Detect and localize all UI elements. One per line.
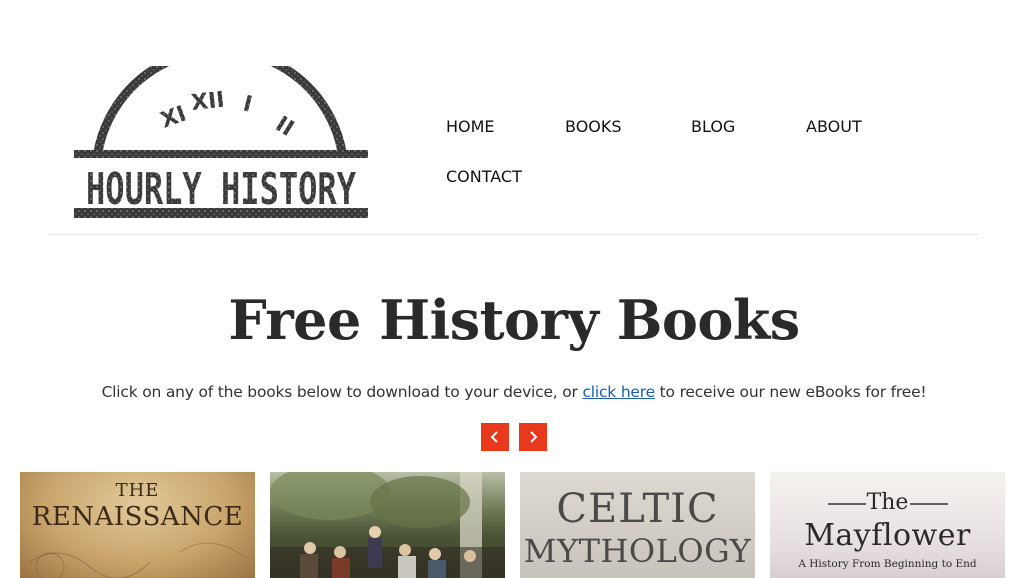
svg-text:XII: XII xyxy=(190,88,226,116)
crowd-painting-art xyxy=(270,472,505,578)
nav-blog[interactable]: BLOG xyxy=(691,117,735,136)
book-title-line2: MYTHOLOGY xyxy=(523,532,752,570)
book-cover-renaissance[interactable]: THE RENAISSANCE xyxy=(20,472,255,578)
header-divider xyxy=(48,234,978,235)
svg-text:I: I xyxy=(241,92,255,118)
click-here-link[interactable]: click here xyxy=(582,383,655,401)
carousel-next-button[interactable] xyxy=(519,423,547,451)
book-title-line1: The xyxy=(866,490,909,515)
book-subtitle: A History From Beginning to End xyxy=(798,558,977,570)
book-cover-mayflower[interactable]: The Mayflower A History From Beginning t… xyxy=(770,472,1005,578)
subtitle-text-before: Click on any of the books below to downl… xyxy=(101,383,583,401)
page-subtitle: Click on any of the books below to downl… xyxy=(0,383,1028,401)
book-cover-painting[interactable] xyxy=(270,472,505,578)
svg-text:II: II xyxy=(271,112,298,142)
svg-text:XI: XI xyxy=(158,102,190,134)
book-title-line1: THE xyxy=(115,480,160,501)
book-title-line2: Mayflower xyxy=(804,518,971,553)
nav-contact[interactable]: CONTACT xyxy=(446,167,522,186)
page-title: Free History Books xyxy=(228,288,800,352)
book-title-line2: RENAISSANCE xyxy=(31,502,244,532)
svg-text:HOURLY HISTORY: HOURLY HISTORY xyxy=(86,164,356,215)
nav-books[interactable]: BOOKS xyxy=(565,117,622,136)
nav-about[interactable]: ABOUT xyxy=(806,117,862,136)
carousel-prev-button[interactable] xyxy=(481,423,509,451)
subtitle-text-after: to receive our new eBooks for free! xyxy=(654,383,927,401)
chevron-right-icon xyxy=(530,431,538,443)
book-cover-celtic-mythology[interactable]: CELTIC MYTHOLOGY xyxy=(520,472,755,578)
chevron-left-icon xyxy=(490,431,498,443)
book-title-line1: CELTIC xyxy=(556,486,719,532)
nav-home[interactable]: HOME xyxy=(446,117,495,136)
hourly-history-logo[interactable]: XI XII I II HOURLY HISTORY xyxy=(72,45,370,222)
